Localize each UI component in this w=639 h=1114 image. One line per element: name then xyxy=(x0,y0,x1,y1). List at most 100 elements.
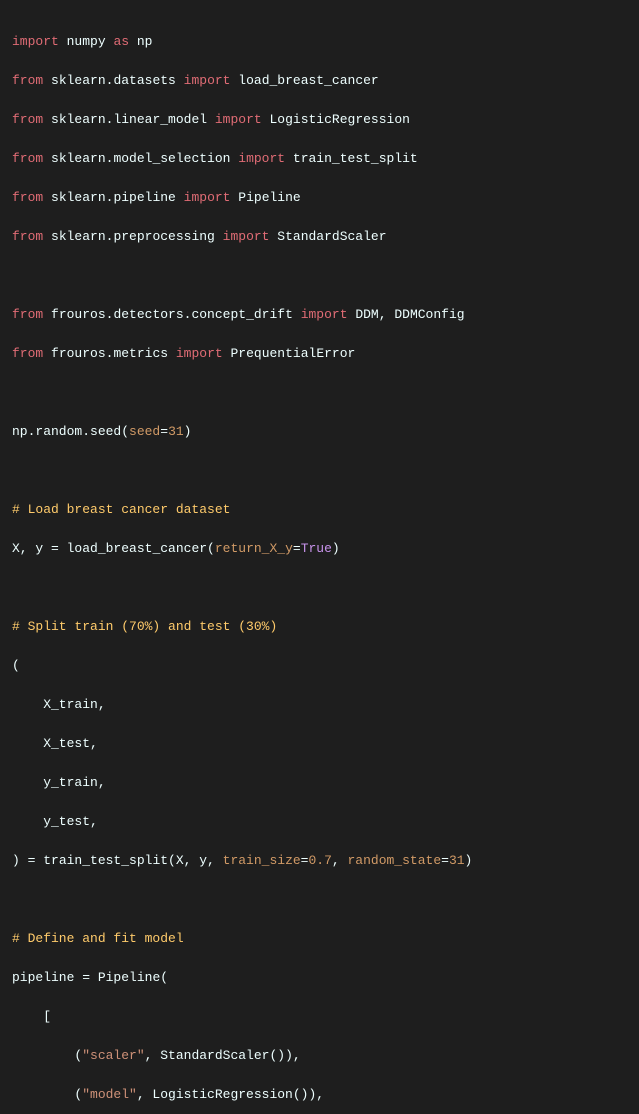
param: train_size xyxy=(223,853,301,868)
module: sklearn.preprocessing xyxy=(51,229,215,244)
code-line: [ xyxy=(12,1007,627,1027)
import-name: Pipeline xyxy=(238,190,300,205)
comment: # Load breast cancer dataset xyxy=(12,502,230,517)
number: 0.7 xyxy=(308,853,331,868)
module: frouros.metrics xyxy=(51,346,168,361)
code-line: from sklearn.linear_model import Logisti… xyxy=(12,110,627,130)
code-block: import numpy as np from sklearn.datasets… xyxy=(12,12,627,1114)
code-line: pipeline = Pipeline( xyxy=(12,968,627,988)
module: frouros.detectors.concept_drift xyxy=(51,307,293,322)
identifier: y_train, xyxy=(12,775,106,790)
call: train_test_split(X, y, xyxy=(35,853,222,868)
param: random_state xyxy=(348,853,442,868)
code-line: ("model", LogisticRegression()), xyxy=(12,1085,627,1105)
lhs: pipeline xyxy=(12,970,82,985)
code-line: from frouros.detectors.concept_drift imp… xyxy=(12,305,627,325)
module: sklearn.pipeline xyxy=(51,190,176,205)
number: 31 xyxy=(449,853,465,868)
operator: = xyxy=(160,424,168,439)
keyword: import xyxy=(184,73,231,88)
keyword: import xyxy=(301,307,348,322)
indent: ( xyxy=(12,1087,82,1102)
keyword: import xyxy=(12,34,59,49)
keyword: import xyxy=(184,190,231,205)
paren: ( xyxy=(12,658,20,673)
import-name: DDMConfig xyxy=(394,307,464,322)
call: np.random.seed( xyxy=(12,424,129,439)
paren: ) xyxy=(12,853,28,868)
import-name: PrequentialError xyxy=(231,346,356,361)
operator: = xyxy=(293,541,301,556)
comma: , xyxy=(379,307,387,322)
code-line: from sklearn.model_selection import trai… xyxy=(12,149,627,169)
identifier: y_test, xyxy=(12,814,98,829)
operator: = xyxy=(28,853,36,868)
paren: ) xyxy=(465,853,473,868)
constant: True xyxy=(301,541,332,556)
module: numpy xyxy=(67,34,106,49)
import-name: train_test_split xyxy=(293,151,418,166)
keyword: from xyxy=(12,73,43,88)
keyword: as xyxy=(113,34,129,49)
param: return_X_y xyxy=(215,541,293,556)
code-line: from frouros.metrics import PrequentialE… xyxy=(12,344,627,364)
comment: # Split train (70%) and test (30%) xyxy=(12,619,277,634)
paren: ) xyxy=(332,541,340,556)
operator: = xyxy=(441,853,449,868)
paren: ) xyxy=(184,424,192,439)
alias: np xyxy=(137,34,153,49)
module: sklearn.model_selection xyxy=(51,151,230,166)
code-line: X, y = load_breast_cancer(return_X_y=Tru… xyxy=(12,539,627,559)
lhs: X, y xyxy=(12,541,51,556)
code-line: # Define and fit model xyxy=(12,929,627,949)
comment: # Define and fit model xyxy=(12,931,184,946)
code-line: from sklearn.preprocessing import Standa… xyxy=(12,227,627,247)
keyword: import xyxy=(176,346,223,361)
keyword: import xyxy=(238,151,285,166)
code-line: ("scaler", StandardScaler()), xyxy=(12,1046,627,1066)
number: 31 xyxy=(168,424,184,439)
operator: = xyxy=(82,970,90,985)
code-line: from sklearn.datasets import load_breast… xyxy=(12,71,627,91)
code-line: X_train, xyxy=(12,695,627,715)
code-line-empty xyxy=(12,890,627,910)
module: sklearn.datasets xyxy=(51,73,176,88)
keyword: import xyxy=(215,112,262,127)
code-line: # Load breast cancer dataset xyxy=(12,500,627,520)
call: Pipeline( xyxy=(90,970,168,985)
code-line-empty xyxy=(12,461,627,481)
code-line: y_train, xyxy=(12,773,627,793)
code-line: y_test, xyxy=(12,812,627,832)
code-line: ( xyxy=(12,656,627,676)
code-line-empty xyxy=(12,383,627,403)
operator: = xyxy=(51,541,59,556)
operator: = xyxy=(301,853,309,868)
identifier: X_test, xyxy=(12,736,98,751)
keyword: from xyxy=(12,307,43,322)
code-line: X_test, xyxy=(12,734,627,754)
import-name: DDM xyxy=(355,307,378,322)
keyword: from xyxy=(12,112,43,127)
module: sklearn.linear_model xyxy=(51,112,207,127)
code-line: ) = train_test_split(X, y, train_size=0.… xyxy=(12,851,627,871)
keyword: from xyxy=(12,190,43,205)
string: "scaler" xyxy=(82,1048,144,1063)
string: "model" xyxy=(82,1087,137,1102)
code-line-empty xyxy=(12,266,627,286)
import-name: load_breast_cancer xyxy=(238,73,378,88)
bracket: [ xyxy=(12,1009,51,1024)
code-line: from sklearn.pipeline import Pipeline xyxy=(12,188,627,208)
identifier: X_train, xyxy=(12,697,106,712)
code-line-empty xyxy=(12,578,627,598)
comma: , xyxy=(332,853,348,868)
import-name: StandardScaler xyxy=(277,229,386,244)
code-line: # Split train (70%) and test (30%) xyxy=(12,617,627,637)
call: , LogisticRegression()), xyxy=(137,1087,324,1102)
indent: ( xyxy=(12,1048,82,1063)
call: , StandardScaler()), xyxy=(145,1048,301,1063)
call: load_breast_cancer( xyxy=(59,541,215,556)
code-line: import numpy as np xyxy=(12,32,627,52)
code-line: np.random.seed(seed=31) xyxy=(12,422,627,442)
import-name: LogisticRegression xyxy=(270,112,410,127)
keyword: from xyxy=(12,229,43,244)
